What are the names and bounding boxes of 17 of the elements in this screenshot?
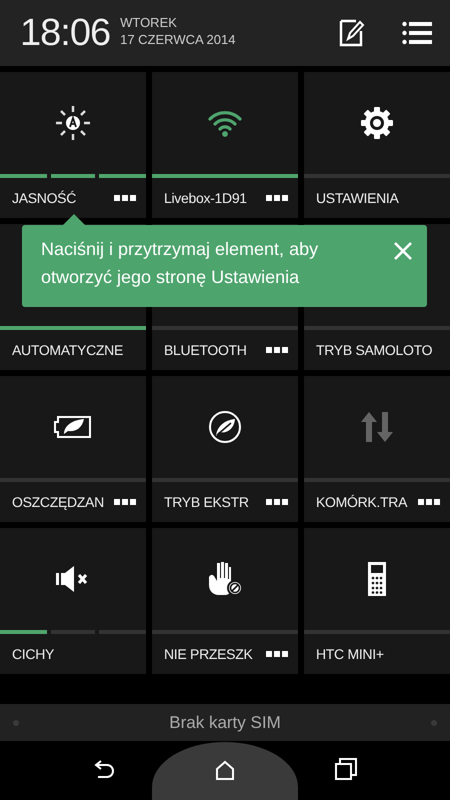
tile-label: TRYB SAMOLOTO [316, 342, 432, 358]
tile-label: USTAWIENIA [316, 190, 399, 206]
clock-time: 18:06 [20, 12, 110, 54]
sim-status-text: Brak karty SIM [169, 712, 281, 732]
weekday-text: WTOREK [120, 14, 178, 31]
tile-label: OSZCZĘDZAN [12, 494, 104, 510]
tile-label: TRYB EKSTR [164, 494, 249, 510]
tile-label: BLUETOOTH [164, 342, 247, 358]
date-text: 17 CZERWCA 2014 [120, 31, 236, 48]
tile-label: HTC MINI+ [316, 646, 384, 662]
tile-label: JASNOŚĆ [12, 190, 76, 206]
tile-label: Livebox-1D91 [164, 190, 247, 206]
tile-label: AUTOMATYCZNE [12, 342, 123, 358]
tile-label: KOMÓRK.TRA [316, 494, 408, 510]
tile-label: CICHY [12, 646, 54, 662]
tile-label: NIE PRZESZK [164, 646, 252, 662]
tooltip-text: Naciśnij i przytrzymaj element, aby otworzyć jego stronę Ustawienia [41, 238, 320, 289]
